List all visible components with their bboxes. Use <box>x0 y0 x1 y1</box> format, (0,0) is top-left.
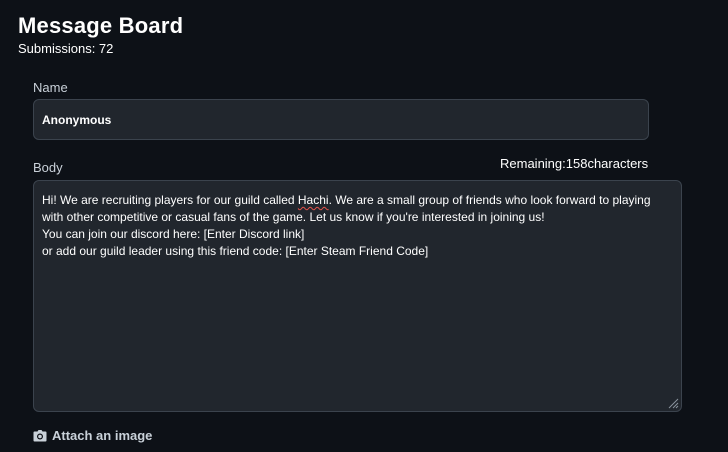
name-label: Name <box>33 80 68 95</box>
body-line-2: with other competitive or casual fans of… <box>42 210 545 224</box>
remaining-characters: Remaining:158characters <box>500 156 649 171</box>
body-label: Body <box>33 160 63 175</box>
attach-image-label: Attach an image <box>52 428 153 443</box>
page-title: Message Board <box>18 13 184 38</box>
body-line-3: You can join our discord here: [Enter Di… <box>42 227 305 241</box>
submissions-count: Submissions: 72 <box>18 41 114 56</box>
attach-image-button[interactable]: Attach an image <box>33 428 152 443</box>
body-line-4: or add our guild leader using this frien… <box>42 244 429 258</box>
resize-handle-icon[interactable] <box>668 398 679 409</box>
name-input[interactable]: Anonymous <box>33 99 649 140</box>
message-board-page: Message Board Submissions: 72 Name Anony… <box>0 0 728 452</box>
body-line-1-start: Hi! We are recruiting players for our gu… <box>42 193 298 207</box>
misspelled-word: Hachi <box>297 193 329 207</box>
body-line-1: Hi! We are recruiting players for our gu… <box>42 192 673 209</box>
body-textarea[interactable]: Hi! We are recruiting players for our gu… <box>33 180 682 412</box>
body-line-1-end: . We are a small group of friends who lo… <box>328 193 651 207</box>
camera-icon <box>33 429 47 441</box>
